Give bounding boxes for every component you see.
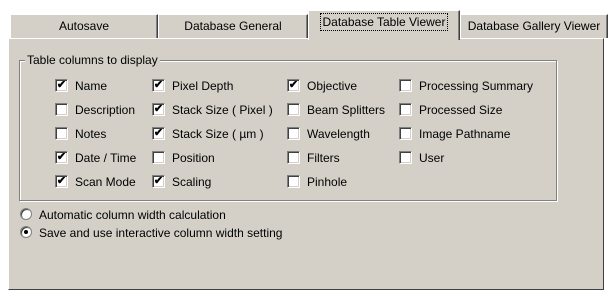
radio-automatic-column-width-dot[interactable] <box>20 208 32 220</box>
checkbox-scaling-label: Scaling <box>172 175 212 189</box>
table-columns-group-title: Table columns to display <box>25 53 160 67</box>
checkbox-objective-label: Objective <box>307 79 358 93</box>
checkbox-processing-summary-box[interactable] <box>399 79 412 92</box>
tab-panel-database-table-viewer: Table columns to display ✔ Name Descript… <box>8 38 604 290</box>
checkbox-date-time-box[interactable]: ✔ <box>55 151 68 164</box>
checkbox-description-label: Description <box>75 103 136 117</box>
checkbox-scan-mode-box[interactable]: ✔ <box>55 175 68 188</box>
radio-interactive-column-width-label: Save and use interactive column width se… <box>39 226 283 240</box>
checkbox-pixel-depth-label: Pixel Depth <box>172 79 234 93</box>
checkbox-date-time-label: Date / Time <box>75 151 137 165</box>
checkbox-name-box[interactable]: ✔ <box>55 79 68 92</box>
checkbox-filters-box[interactable] <box>287 151 300 164</box>
checkbox-stack-size-pixel-label: Stack Size ( Pixel ) <box>172 103 273 117</box>
checkbox-pixel-depth-box[interactable]: ✔ <box>152 79 165 92</box>
checkbox-beam-splitters-box[interactable] <box>287 103 300 116</box>
tab-database-table-viewer-label: Database Table Viewer <box>319 13 449 31</box>
checkbox-user-label: User <box>419 151 445 165</box>
checkbox-processed-size-box[interactable] <box>399 103 412 116</box>
checkbox-description-box[interactable] <box>55 103 68 116</box>
checkbox-processing-summary-label: Processing Summary <box>419 79 534 93</box>
checkbox-notes-label: Notes <box>75 127 107 141</box>
checkbox-pinhole-box[interactable] <box>287 175 300 188</box>
checkbox-pinhole-label: Pinhole <box>307 175 348 189</box>
checkbox-position-box[interactable] <box>152 151 165 164</box>
checkbox-stack-size-um-label: Stack Size ( µm ) <box>172 127 264 141</box>
checkbox-processed-size-label: Processed Size <box>419 103 503 117</box>
checkbox-objective-box[interactable]: ✔ <box>287 79 300 92</box>
active-tab-layer: Database Table Viewer <box>6 10 606 40</box>
radio-interactive-column-width-dot[interactable] <box>20 226 32 238</box>
checkbox-image-pathname-box[interactable] <box>399 127 412 140</box>
checkbox-image-pathname-label: Image Pathname <box>419 127 511 141</box>
checkbox-name-label: Name <box>75 79 108 93</box>
checkbox-stack-size-um-box[interactable]: ✔ <box>152 127 165 140</box>
checkbox-filters-label: Filters <box>307 151 340 165</box>
checkbox-notes-box[interactable] <box>55 127 68 140</box>
checkbox-wavelength-label: Wavelength <box>307 127 370 141</box>
checkbox-stack-size-pixel-box[interactable]: ✔ <box>152 103 165 116</box>
checkbox-scaling-box[interactable]: ✔ <box>152 175 165 188</box>
options-dialog: Autosave Database General Database Galle… <box>0 0 608 291</box>
tab-database-table-viewer[interactable]: Database Table Viewer <box>308 10 460 40</box>
radio-automatic-column-width-label: Automatic column width calculation <box>39 208 226 222</box>
checkbox-user-box[interactable] <box>399 151 412 164</box>
checkbox-wavelength-box[interactable] <box>287 127 300 140</box>
checkbox-position-label: Position <box>172 151 215 165</box>
checkbox-scan-mode-label: Scan Mode <box>75 175 136 189</box>
checkbox-beam-splitters-label: Beam Splitters <box>307 103 386 117</box>
